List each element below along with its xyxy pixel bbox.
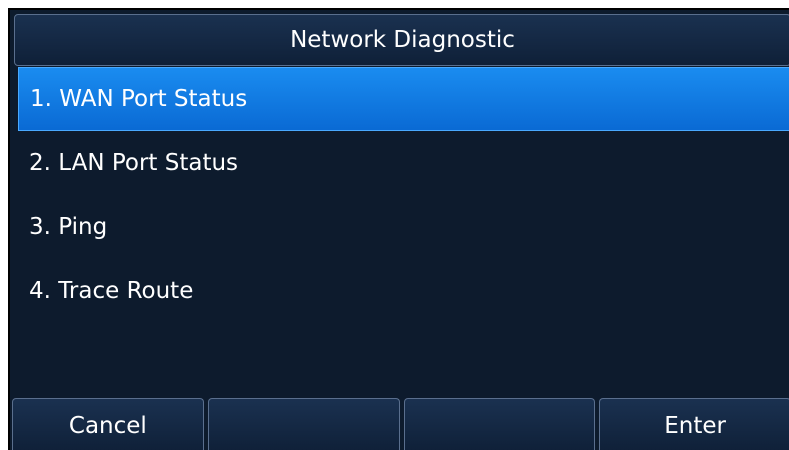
cancel-softkey[interactable]: Cancel bbox=[12, 398, 204, 450]
softkey-bar: Cancel Enter bbox=[10, 398, 789, 450]
phone-screen: Network Diagnostic 1. WAN Port Status 2.… bbox=[8, 8, 789, 450]
menu-item-wan-port-status[interactable]: 1. WAN Port Status bbox=[18, 67, 789, 131]
menu-item-ping[interactable]: 3. Ping bbox=[18, 195, 789, 259]
menu-item-label: 1. WAN Port Status bbox=[30, 86, 248, 112]
empty-softkey-2[interactable] bbox=[207, 398, 400, 450]
menu-item-label: 2. LAN Port Status bbox=[29, 150, 239, 176]
empty-softkey-3[interactable] bbox=[403, 398, 596, 450]
menu-item-label: 3. Ping bbox=[29, 214, 108, 240]
menu-item-trace-route[interactable]: 4. Trace Route bbox=[18, 259, 789, 323]
menu-item-lan-port-status[interactable]: 2. LAN Port Status bbox=[18, 131, 789, 195]
menu-item-label: 4. Trace Route bbox=[29, 278, 194, 304]
screen-title: Network Diagnostic bbox=[14, 14, 789, 66]
enter-softkey[interactable]: Enter bbox=[599, 398, 789, 450]
diagnostic-menu: 1. WAN Port Status 2. LAN Port Status 3.… bbox=[18, 67, 789, 323]
